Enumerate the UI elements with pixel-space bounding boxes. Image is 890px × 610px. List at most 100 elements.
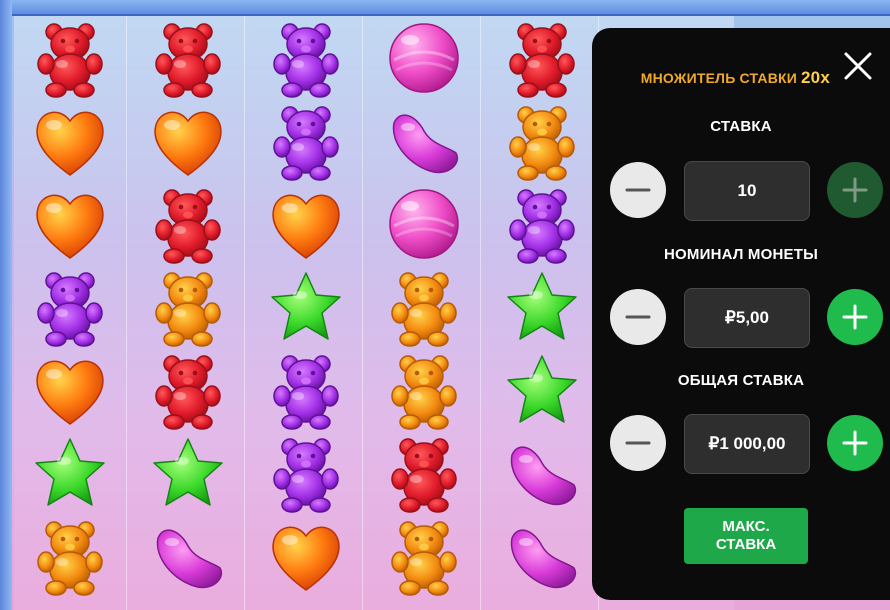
purple-bean-symbol <box>368 99 480 183</box>
purple-bean-symbol <box>486 431 598 515</box>
orange-heart-icon <box>154 111 222 176</box>
max-bet-line1: МАКС. <box>722 518 770 535</box>
purple-bear-icon <box>273 355 339 430</box>
plus-icon <box>842 304 868 330</box>
orange-heart-icon <box>36 111 104 176</box>
bet-plus-button[interactable] <box>827 162 883 218</box>
purple-bear-icon <box>509 189 575 264</box>
purple-bear-icon <box>273 106 339 181</box>
bet-value: 10 <box>684 161 810 221</box>
bet-label: СТАВКА <box>710 118 772 135</box>
orange-heart-symbol <box>14 99 126 183</box>
plus-icon <box>842 430 868 456</box>
orange-bear-symbol <box>368 265 480 349</box>
bet-settings-panel: МНОЖИТЕЛЬ СТАВКИ 20x СТАВКА 10 НОМИНАЛ МО… <box>592 28 890 600</box>
reel-column <box>14 16 127 610</box>
bet-minus-button[interactable] <box>610 162 666 218</box>
red-bear-symbol <box>486 16 598 100</box>
red-bear-icon <box>155 355 221 430</box>
red-bear-icon <box>37 23 103 98</box>
green-star-icon <box>153 438 223 506</box>
orange-heart-symbol <box>250 514 362 598</box>
green-star-symbol <box>14 431 126 515</box>
minus-icon <box>625 441 651 445</box>
orange-heart-symbol <box>132 99 244 183</box>
orange-bear-symbol <box>14 514 126 598</box>
bet-multiplier-value: 20x <box>801 68 830 87</box>
red-bear-icon <box>155 189 221 264</box>
minus-icon <box>625 188 651 192</box>
purple-bear-symbol <box>250 99 362 183</box>
purple-bear-symbol <box>486 182 598 266</box>
orange-heart-icon <box>272 194 340 259</box>
red-bear-symbol <box>132 182 244 266</box>
purple-bean-symbol <box>486 514 598 598</box>
purple-bear-icon <box>37 272 103 347</box>
red-bear-icon <box>155 23 221 98</box>
reel-column <box>250 16 363 610</box>
pink-lollipop-symbol <box>368 16 480 100</box>
green-star-icon <box>507 355 577 423</box>
orange-heart-icon <box>36 194 104 259</box>
purple-bean-icon <box>510 446 577 506</box>
orange-bear-symbol <box>368 348 480 432</box>
purple-bear-symbol <box>250 431 362 515</box>
green-star-icon <box>507 272 577 340</box>
plus-icon <box>842 177 868 203</box>
purple-bear-symbol <box>250 16 362 100</box>
coin-plus-button[interactable] <box>827 289 883 345</box>
purple-bean-icon <box>392 114 459 174</box>
reel-column <box>486 16 599 610</box>
coin-value-label: НОМИНАЛ МОНЕТЫ <box>664 246 818 263</box>
orange-bear-symbol <box>486 99 598 183</box>
coin-value: ₽5,00 <box>684 288 810 348</box>
reel-column <box>368 16 481 610</box>
orange-bear-icon <box>509 106 575 181</box>
orange-bear-icon <box>391 272 457 347</box>
red-bear-icon <box>509 23 575 98</box>
orange-bear-icon <box>155 272 221 347</box>
orange-heart-symbol <box>250 182 362 266</box>
close-button[interactable] <box>836 44 880 88</box>
bet-multiplier-label: МНОЖИТЕЛЬ СТАВКИ <box>640 70 798 86</box>
red-bear-symbol <box>14 16 126 100</box>
orange-bear-symbol <box>132 265 244 349</box>
minus-icon <box>625 315 651 319</box>
purple-bean-icon <box>510 529 577 589</box>
max-bet-line2: СТАВКА <box>715 536 777 553</box>
purple-bean-symbol <box>132 514 244 598</box>
reel-frame-top <box>0 0 890 16</box>
orange-heart-symbol <box>14 182 126 266</box>
orange-bear-icon <box>37 521 103 596</box>
pink-lollipop-icon <box>389 189 459 259</box>
orange-bear-icon <box>391 521 457 596</box>
orange-bear-symbol <box>368 514 480 598</box>
purple-bear-symbol <box>14 265 126 349</box>
purple-bean-icon <box>156 529 223 589</box>
green-star-icon <box>271 272 341 340</box>
total-minus-button[interactable] <box>610 415 666 471</box>
red-bear-symbol <box>132 16 244 100</box>
red-bear-icon <box>391 438 457 513</box>
purple-bear-icon <box>273 438 339 513</box>
red-bear-symbol <box>368 431 480 515</box>
orange-bear-icon <box>391 355 457 430</box>
green-star-icon <box>35 438 105 506</box>
orange-heart-icon <box>272 526 340 591</box>
pink-lollipop-symbol <box>368 182 480 266</box>
bet-multiplier: МНОЖИТЕЛЬ СТАВКИ 20x <box>592 68 830 88</box>
total-plus-button[interactable] <box>827 415 883 471</box>
orange-heart-symbol <box>14 348 126 432</box>
close-icon <box>844 52 872 80</box>
purple-bear-symbol <box>250 348 362 432</box>
max-bet-button[interactable]: МАКС. СТАВКА <box>684 508 808 564</box>
total-bet-value: ₽1 000,00 <box>684 414 810 474</box>
purple-bear-icon <box>273 23 339 98</box>
reel-frame-left <box>0 0 12 610</box>
orange-heart-icon <box>36 360 104 425</box>
coin-minus-button[interactable] <box>610 289 666 345</box>
total-bet-label: ОБЩАЯ СТАВКА <box>677 372 805 389</box>
green-star-symbol <box>250 265 362 349</box>
pink-lollipop-icon <box>389 23 459 93</box>
green-star-symbol <box>132 431 244 515</box>
